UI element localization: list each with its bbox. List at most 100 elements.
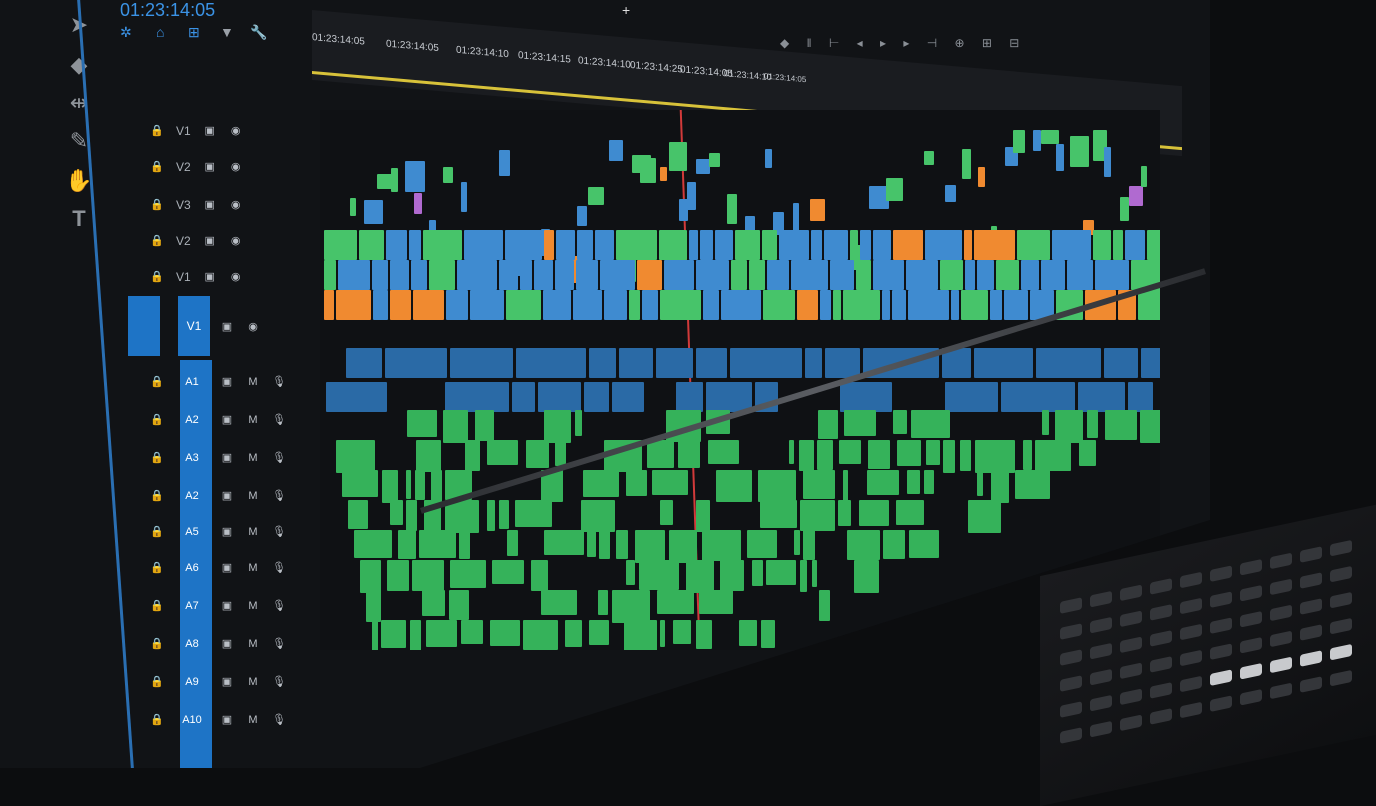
timeline-clip[interactable] xyxy=(1013,130,1025,153)
timeline-clip[interactable] xyxy=(450,560,486,588)
timeline-clip[interactable] xyxy=(629,290,640,320)
marker-icon[interactable]: ▼ xyxy=(220,24,244,40)
timeline-clip[interactable] xyxy=(647,440,674,468)
toggle-output-icon[interactable]: ▣ xyxy=(220,561,234,575)
timeline-clip[interactable] xyxy=(544,530,584,555)
timeline-clip[interactable] xyxy=(1001,382,1075,412)
razor-icon[interactable]: ◆ xyxy=(62,52,96,78)
track-label[interactable]: A6 xyxy=(176,562,208,574)
timeline-clip[interactable] xyxy=(637,260,662,290)
timeline-clip[interactable] xyxy=(457,260,497,290)
toggle-output-icon[interactable]: ▣ xyxy=(203,160,217,174)
timeline-clip[interactable] xyxy=(1125,230,1145,260)
timeline-clip[interactable] xyxy=(415,470,425,500)
timeline-clip[interactable] xyxy=(372,260,388,290)
timeline-clip[interactable] xyxy=(990,290,1002,320)
toggle-output-icon[interactable]: ▣ xyxy=(220,637,234,651)
timeline-clip[interactable] xyxy=(626,470,647,496)
timeline-clip[interactable] xyxy=(656,348,693,378)
timeline-clip[interactable] xyxy=(544,410,571,443)
timeline-clip[interactable] xyxy=(346,348,382,378)
timeline-clip[interactable] xyxy=(818,410,838,439)
timeline-clip[interactable] xyxy=(907,470,920,494)
toggle-output-icon[interactable]: ▣ xyxy=(203,270,217,284)
timeline-clip[interactable] xyxy=(803,470,835,499)
timeline-clip[interactable] xyxy=(664,260,694,290)
timeline-clip[interactable] xyxy=(1052,230,1091,260)
timeline-clip[interactable] xyxy=(830,260,854,290)
timeline-clip[interactable] xyxy=(499,150,510,176)
timeline-clip[interactable] xyxy=(766,560,796,585)
linked-selection-icon[interactable]: ⊞ xyxy=(188,24,212,41)
lock-icon[interactable]: 🔒 xyxy=(150,198,164,212)
timeline-clip[interactable] xyxy=(598,590,608,615)
playhead-timecode[interactable]: 01:23:14:05 xyxy=(120,0,215,21)
timeline-clip[interactable] xyxy=(512,382,535,412)
mic-icon[interactable]: 🎙 xyxy=(272,489,286,503)
timeline-clip[interactable] xyxy=(1021,260,1039,290)
timeline-clip[interactable] xyxy=(991,470,1009,503)
timeline-clip[interactable] xyxy=(882,290,890,320)
timeline-clip[interactable] xyxy=(810,199,825,221)
timeline-clip[interactable] xyxy=(336,290,371,320)
timeline-clip[interactable] xyxy=(555,440,566,466)
timeline-clip[interactable] xyxy=(414,193,422,214)
timeline-clip[interactable] xyxy=(812,560,817,587)
timeline-clip[interactable] xyxy=(660,167,667,181)
timeline-clip[interactable] xyxy=(926,440,940,465)
timeline-clip[interactable] xyxy=(977,470,983,496)
mic-icon[interactable]: 🎙 xyxy=(272,561,286,575)
lock-icon[interactable]: 🔒 xyxy=(150,675,164,689)
lock-icon[interactable]: 🔒 xyxy=(150,451,164,465)
timeline-clip[interactable] xyxy=(924,151,934,165)
timeline-clip[interactable] xyxy=(505,230,542,260)
timeline-clip[interactable] xyxy=(411,260,427,290)
toggle-output-icon[interactable]: ▣ xyxy=(203,198,217,212)
timeline-clip[interactable] xyxy=(612,382,644,412)
timeline-clip[interactable] xyxy=(1129,186,1143,207)
track-label[interactable]: A7 xyxy=(176,600,208,612)
wrench-icon[interactable]: 🔧 xyxy=(250,24,274,41)
timeline-clip[interactable] xyxy=(499,260,518,290)
timeline-clip[interactable] xyxy=(381,620,406,648)
timeline-clip[interactable] xyxy=(873,260,904,290)
timeline-clip[interactable] xyxy=(443,167,453,183)
timeline-clip[interactable] xyxy=(996,260,1019,290)
mute-icon[interactable]: M xyxy=(246,713,260,727)
timeline-clip[interactable] xyxy=(429,260,455,290)
timeline-clip[interactable] xyxy=(747,530,777,558)
timeline-clip[interactable] xyxy=(696,620,712,649)
timeline-clip[interactable] xyxy=(752,560,763,586)
snap-icon[interactable]: ⌂ xyxy=(156,24,180,40)
mute-icon[interactable]: M xyxy=(246,451,260,465)
timeline-clip[interactable] xyxy=(398,530,416,559)
timeline-clip[interactable] xyxy=(507,530,518,556)
timeline-clip[interactable] xyxy=(635,530,665,563)
timeline-clip[interactable] xyxy=(464,230,503,260)
timeline-clip[interactable] xyxy=(1141,165,1147,187)
timeline-clip[interactable] xyxy=(925,230,962,260)
timeline-clip[interactable] xyxy=(689,230,698,260)
timeline-clip[interactable] xyxy=(520,260,532,290)
timeline-clip[interactable] xyxy=(583,470,619,497)
timeline-clip[interactable] xyxy=(373,290,388,320)
timeline-clip[interactable] xyxy=(847,530,880,560)
timeline-clip[interactable] xyxy=(678,440,700,468)
track-label[interactable]: A2 xyxy=(176,414,208,426)
mic-icon[interactable]: 🎙 xyxy=(272,525,286,539)
timeline-clip[interactable] xyxy=(1120,196,1129,221)
timeline-clip[interactable] xyxy=(696,159,710,174)
eye-icon[interactable]: ◉ xyxy=(229,198,243,212)
timeline-clip[interactable] xyxy=(805,348,822,378)
timeline-clip[interactable] xyxy=(487,440,518,465)
timeline-clip[interactable] xyxy=(1041,130,1059,144)
timeline-clip[interactable] xyxy=(844,410,876,436)
timeline-clip[interactable] xyxy=(962,149,971,180)
timeline-clip[interactable] xyxy=(1104,146,1111,177)
timeline-clip[interactable] xyxy=(587,530,596,557)
lock-icon[interactable]: 🔒 xyxy=(150,375,164,389)
timeline-clip[interactable] xyxy=(686,560,714,593)
timeline-clip[interactable] xyxy=(387,560,409,591)
lock-icon[interactable]: 🔒 xyxy=(150,525,164,539)
timeline-clip[interactable] xyxy=(800,560,807,592)
